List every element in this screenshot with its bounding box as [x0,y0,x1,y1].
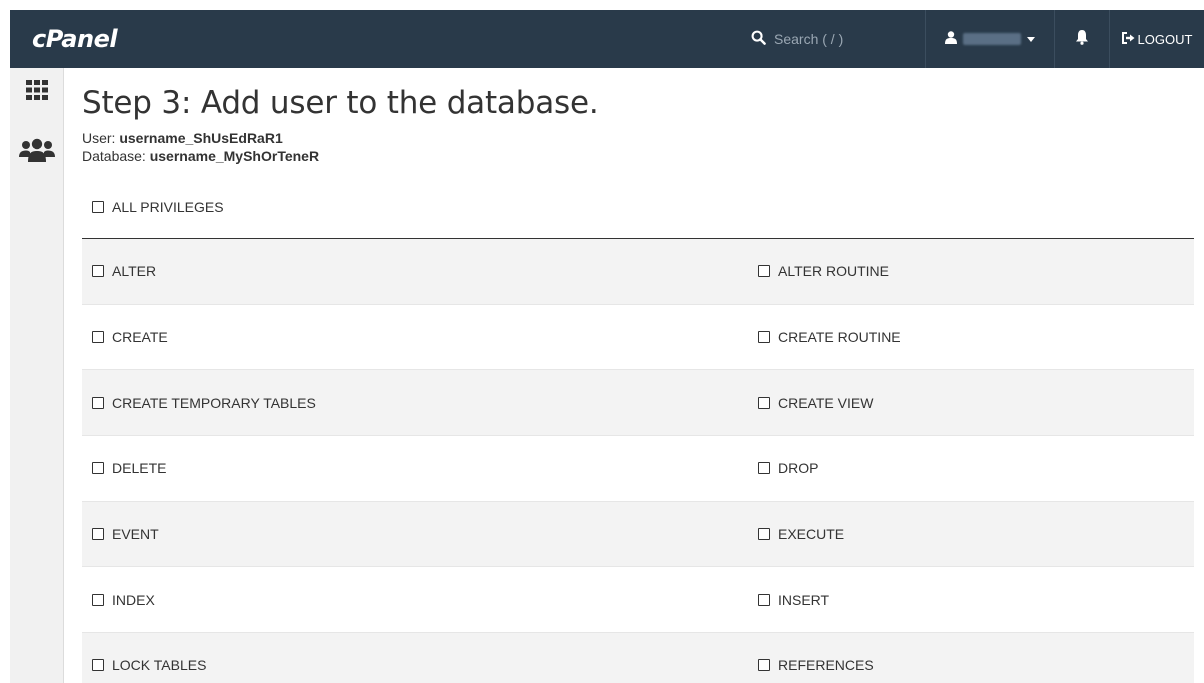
page-title: Step 3: Add user to the database. [82,85,599,121]
top-navbar: cPanel username [10,10,1204,68]
chevron-down-icon[interactable] [1027,34,1035,45]
privilege-option[interactable]: CREATE [82,329,748,345]
privilege-row: EVENT EXECUTE [82,501,1194,568]
privilege-checkbox[interactable] [92,659,104,672]
privilege-label: INDEX [112,591,155,608]
privilege-option[interactable]: INSERT [748,592,1194,608]
privilege-option[interactable]: DELETE [82,460,748,476]
navbar-right-group: username LOGOUT [739,10,1204,68]
user-label: User: [82,130,116,146]
sidebar [10,68,64,683]
privileges-list: ALTER ALTER ROUTINE CREATE CREATE ROUTINE CR… [82,239,1194,683]
privilege-label: DELETE [112,460,167,477]
privilege-label: CREATE ROUTINE [778,329,901,346]
user-menu[interactable]: username [926,10,1054,68]
privilege-row: CREATE TEMPORARY TABLES CREATE VIEW [82,370,1194,437]
main-content: Step 3: Add user to the database. User: … [82,68,1194,683]
privilege-option[interactable]: ALTER [82,263,748,279]
privilege-checkbox[interactable] [758,462,770,475]
privilege-option[interactable]: REFERENCES [748,657,1194,673]
privilege-label: ALTER ROUTINE [778,263,889,280]
privilege-label: LOCK TABLES [112,657,207,674]
privilege-label: INSERT [778,591,830,608]
privilege-row: ALTER ALTER ROUTINE [82,239,1194,305]
all-privileges-label: ALL PRIVILEGES [112,199,224,215]
privilege-checkbox[interactable] [758,396,770,409]
database-line: Database: username_MyShOrTeneR [82,147,1194,165]
cpanel-logo[interactable]: cPanel [32,25,118,53]
privilege-option[interactable]: EVENT [82,526,748,542]
privilege-label: CREATE TEMPORARY TABLES [112,394,316,411]
assignment-summary: User: username_ShUsEdRaR1 Database: user… [82,129,1194,165]
user-name: username [963,33,1021,45]
privilege-row: LOCK TABLES REFERENCES [82,633,1194,683]
all-privileges-checkbox[interactable] [92,201,104,213]
privilege-row: INDEX INSERT [82,567,1194,634]
privilege-label: CREATE [112,329,168,346]
privilege-checkbox[interactable] [758,593,770,606]
privilege-label: DROP [778,460,819,477]
privilege-option[interactable]: EXECUTE [748,526,1194,542]
grid-icon[interactable] [10,80,64,100]
user-icon [945,31,957,47]
privilege-row: DELETE DROP [82,436,1194,502]
privilege-label: REFERENCES [778,657,874,674]
privilege-label: EVENT [112,526,159,543]
logout-button[interactable]: LOGOUT [1110,10,1204,68]
privilege-checkbox[interactable] [92,331,104,344]
privilege-option[interactable]: CREATE TEMPORARY TABLES [82,395,748,411]
privilege-option[interactable]: CREATE ROUTINE [748,329,1194,345]
privilege-checkbox[interactable] [92,593,104,606]
privilege-checkbox[interactable] [92,265,104,278]
search-icon[interactable] [751,30,766,48]
logout-label: LOGOUT [1137,31,1193,47]
privilege-label: EXECUTE [778,526,845,543]
privilege-row: CREATE CREATE ROUTINE [82,304,1194,371]
privilege-option[interactable]: LOCK TABLES [82,657,748,673]
privilege-checkbox[interactable] [758,528,770,541]
all-privileges-option[interactable]: ALL PRIVILEGES [82,197,1194,217]
privilege-option[interactable]: ALTER ROUTINE [748,263,1194,279]
privilege-checkbox[interactable] [92,528,104,541]
privilege-option[interactable]: INDEX [82,592,748,608]
privilege-checkbox[interactable] [758,265,770,278]
privilege-checkbox[interactable] [758,659,770,672]
search-input[interactable] [774,31,904,47]
privilege-option[interactable]: DROP [748,460,1194,476]
notifications-button[interactable] [1055,10,1109,68]
privilege-option[interactable]: CREATE VIEW [748,395,1194,411]
logout-icon [1121,31,1135,47]
search-box[interactable] [739,10,925,68]
privilege-label: CREATE VIEW [778,394,874,411]
users-icon[interactable] [10,138,64,162]
privilege-checkbox[interactable] [92,396,104,409]
user-value: username_ShUsEdRaR1 [119,130,283,146]
privilege-checkbox[interactable] [92,462,104,475]
user-line: User: username_ShUsEdRaR1 [82,129,1194,147]
database-label: Database: [82,148,146,164]
database-value: username_MyShOrTeneR [149,148,320,164]
privilege-label: ALTER [112,263,157,280]
bell-icon [1075,29,1089,50]
privilege-checkbox[interactable] [758,331,770,344]
